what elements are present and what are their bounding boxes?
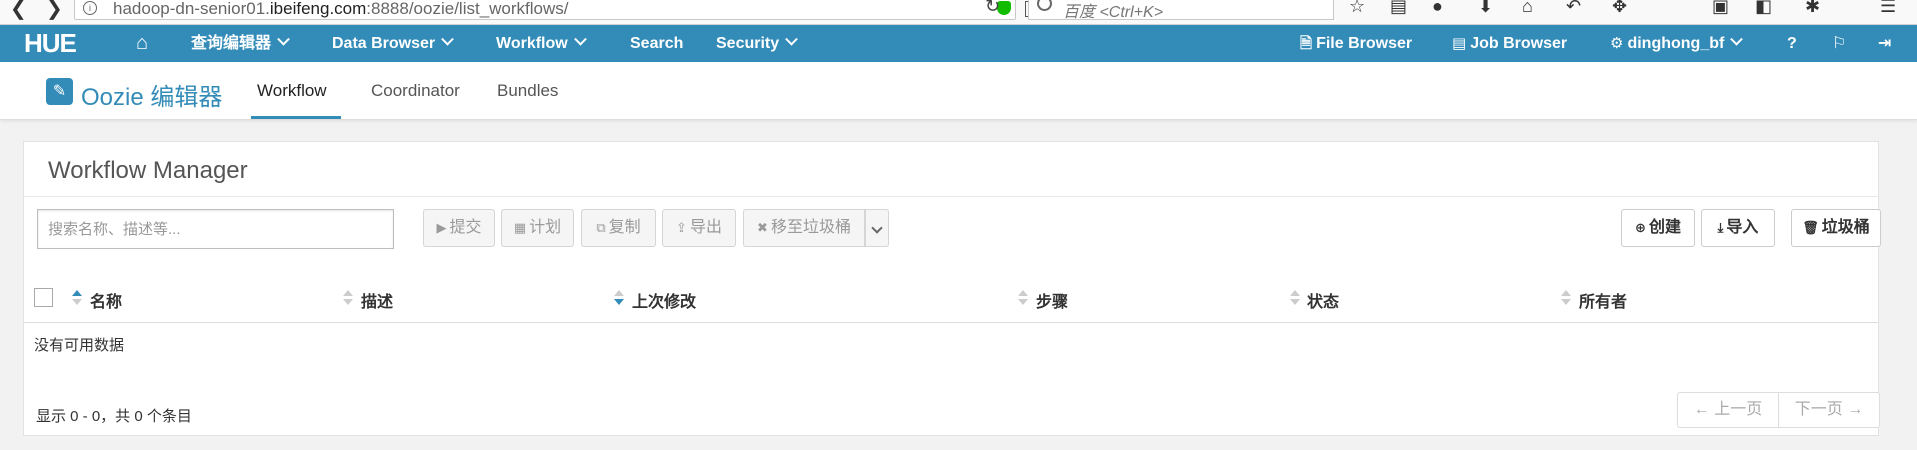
nav-file-browser[interactable]: 🗎 File Browser xyxy=(1300,25,1412,62)
create-button[interactable]: ⊕ 创建 xyxy=(1621,209,1695,247)
column-header-description[interactable]: 描述 xyxy=(361,288,393,312)
tab-bundles[interactable]: Bundles xyxy=(497,81,558,101)
column-header-owner[interactable]: 所有者 xyxy=(1579,288,1627,312)
column-header-status[interactable]: 状态 xyxy=(1307,288,1339,312)
copy-icon: ⧉ xyxy=(596,220,606,235)
select-all-checkbox[interactable] xyxy=(34,288,53,307)
home-browser-icon[interactable]: ⌂ xyxy=(1522,0,1533,17)
addon-bug-icon[interactable]: ✱ xyxy=(1805,0,1820,17)
nav-job-browser[interactable]: ▤ Job Browser xyxy=(1452,25,1567,62)
oozie-subheader: ✎ Oozie 编辑器 Workflow Coordinator Bundles xyxy=(0,62,1917,120)
hue-navbar: HUE ⌂ 查询编辑器 Data Browser Workflow Search… xyxy=(0,25,1917,62)
more-actions-dropdown[interactable] xyxy=(865,209,889,247)
schedule-button[interactable]: ▦ 计划 xyxy=(501,209,574,247)
column-header-last-modified[interactable]: 上次修改 xyxy=(632,288,696,312)
tab-workflow[interactable]: Workflow xyxy=(257,81,327,101)
next-page-button[interactable]: 下一页 → xyxy=(1778,392,1880,428)
nav-user-menu[interactable]: ⚙ dinghong_bf xyxy=(1610,25,1744,62)
card-title: Workflow Manager xyxy=(48,157,248,184)
sort-icon[interactable] xyxy=(72,290,82,306)
library-icon[interactable]: ▤ xyxy=(1390,0,1407,17)
prev-page-button[interactable]: ← 上一页 xyxy=(1677,392,1779,428)
trash-icon: 🗑 xyxy=(1802,220,1819,235)
forward-arrow-icon[interactable]: ❯ xyxy=(46,0,63,24)
pocket-icon[interactable]: ● xyxy=(1432,0,1443,17)
file-icon: 🗎 xyxy=(1300,35,1313,52)
plus-circle-icon: ⊕ xyxy=(1635,220,1646,235)
oozie-editor-title[interactable]: Oozie 编辑器 xyxy=(81,77,222,112)
info-icon[interactable]: i xyxy=(83,1,97,15)
help-icon[interactable]: ? xyxy=(1787,25,1797,62)
close-icon: ✖ xyxy=(757,220,768,235)
hue-logo[interactable]: HUE xyxy=(24,30,77,56)
nav-security[interactable]: Security xyxy=(716,25,799,62)
chevron-down-icon xyxy=(1730,32,1744,46)
submit-button[interactable]: ▶ 提交 xyxy=(423,209,495,247)
extension-icon[interactable]: ✥ xyxy=(1612,0,1627,17)
flag-icon[interactable]: ⚐ xyxy=(1832,25,1846,62)
chevron-down-icon xyxy=(441,32,455,46)
import-icon: ⤓ xyxy=(1717,220,1724,235)
nav-data-browser[interactable]: Data Browser xyxy=(332,25,455,62)
nav-query-editors[interactable]: 查询编辑器 xyxy=(191,25,290,62)
chevron-down-icon xyxy=(785,32,799,46)
chevron-down-icon xyxy=(871,222,883,234)
tab-coordinator[interactable]: Coordinator xyxy=(371,81,460,101)
sort-icon[interactable] xyxy=(343,290,353,306)
export-button[interactable]: ⇪ 导出 xyxy=(662,209,736,247)
nav-workflow[interactable]: Workflow xyxy=(496,25,587,62)
url-bar[interactable]: i hadoop-dn-senior01.ibeifeng.com:8888/o… xyxy=(74,0,1041,20)
back-arrow-icon[interactable]: ❮ xyxy=(10,0,27,24)
export-icon: ⇪ xyxy=(676,220,687,235)
browser-search-box[interactable]: 百度 <Ctrl+K> xyxy=(1028,0,1334,21)
nav-search[interactable]: Search xyxy=(630,25,683,62)
browser-toolbar: ❮ ❯ i hadoop-dn-senior01.ibeifeng.com:88… xyxy=(0,0,1917,25)
empty-state-text: 没有可用数据 xyxy=(34,337,125,354)
sort-icon[interactable] xyxy=(1561,290,1571,306)
screenshot-icon[interactable]: ▣ xyxy=(1712,0,1729,17)
home-icon[interactable]: ⌂ xyxy=(136,32,148,55)
url-text[interactable]: hadoop-dn-senior01.ibeifeng.com:8888/ooz… xyxy=(113,0,569,19)
table-divider xyxy=(24,322,1878,323)
calendar-icon: ▦ xyxy=(513,220,527,235)
column-header-name[interactable]: 名称 xyxy=(90,288,122,312)
browser-search-placeholder: 百度 <Ctrl+K> xyxy=(1063,4,1164,21)
sort-icon[interactable] xyxy=(1290,290,1300,306)
sort-icon[interactable] xyxy=(1018,290,1028,306)
list-icon: ▤ xyxy=(1452,35,1467,52)
search-input[interactable] xyxy=(37,209,394,249)
move-to-trash-button[interactable]: ✖ 移至垃圾桶 xyxy=(743,209,865,247)
column-header-steps[interactable]: 步骤 xyxy=(1036,288,1068,312)
logout-icon[interactable]: ⇥ xyxy=(1878,25,1891,62)
entries-count: 显示 0 - 0，共 0 个条目 xyxy=(36,408,192,425)
chevron-down-icon xyxy=(573,32,587,46)
addon-icon[interactable]: ◧ xyxy=(1755,0,1772,17)
menu-icon[interactable]: ☰ xyxy=(1880,0,1896,17)
undo-icon[interactable]: ↶ xyxy=(1566,0,1581,17)
sort-icon[interactable] xyxy=(614,290,624,306)
workflow-manager-card: Workflow Manager ▶提交 ▦计划 ⧉复制 ⇪导出 ✖移至垃圾桶 … xyxy=(23,141,1881,436)
divider xyxy=(24,196,1878,197)
import-button[interactable]: ⤓ 导入 xyxy=(1701,209,1775,247)
search-icon xyxy=(1037,0,1052,11)
copy-button[interactable]: ⧉ 复制 xyxy=(581,209,656,247)
trash-button[interactable]: 🗑 垃圾桶 xyxy=(1791,209,1881,247)
play-icon: ▶ xyxy=(436,220,447,235)
oozie-edit-icon: ✎ xyxy=(46,78,73,105)
download-icon[interactable]: ⬇ xyxy=(1478,0,1493,17)
reload-icon[interactable]: ↻ xyxy=(985,0,1000,17)
cogs-icon: ⚙ xyxy=(1610,35,1624,52)
chevron-down-icon xyxy=(277,32,290,46)
active-tab-indicator xyxy=(251,116,341,119)
bookmark-star-icon[interactable]: ☆ xyxy=(1349,0,1365,17)
